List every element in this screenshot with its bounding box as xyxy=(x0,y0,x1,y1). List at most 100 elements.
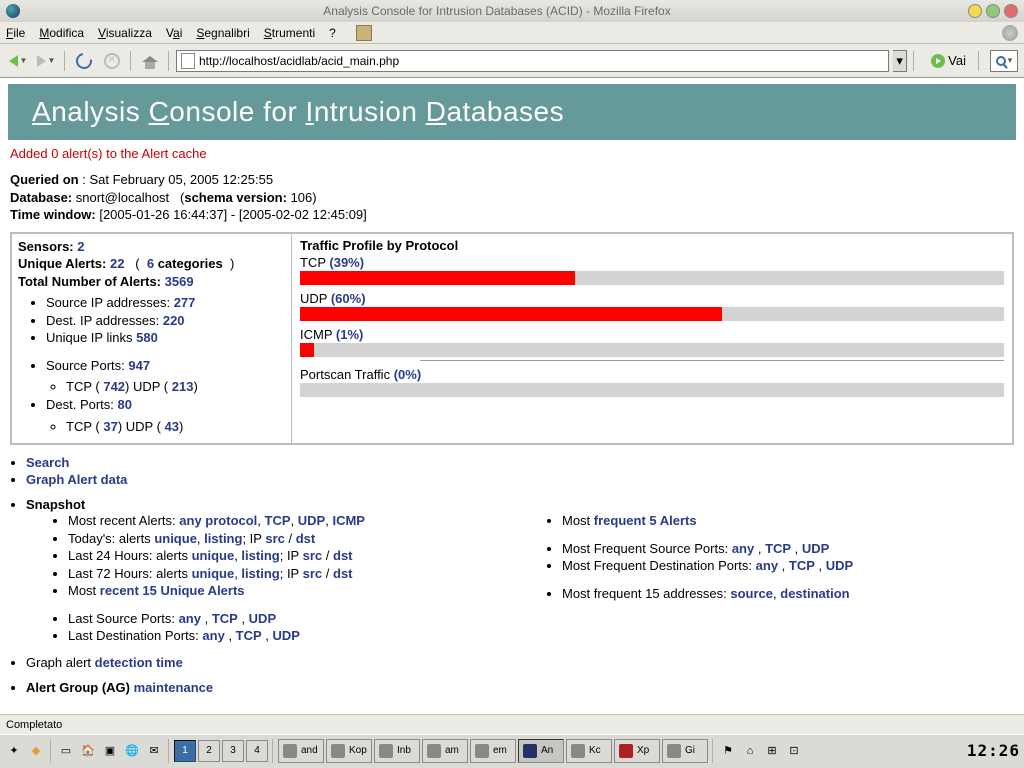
menu-bookmarks[interactable]: Segnalibri xyxy=(196,26,249,40)
desktop-2-button[interactable]: 2 xyxy=(198,740,220,762)
list-item: Graph alert detection time xyxy=(26,655,1014,670)
search-box[interactable]: ▾ xyxy=(990,50,1018,72)
desktop-4-button[interactable]: 4 xyxy=(246,740,268,762)
lsrc-udp-link[interactable]: UDP xyxy=(249,611,276,626)
ldst-tcp-link[interactable]: TCP xyxy=(236,628,262,643)
unique-alerts-link[interactable]: 22 xyxy=(110,256,124,271)
task-button[interactable]: Gi xyxy=(662,739,708,763)
menu-help[interactable]: ? xyxy=(329,26,336,40)
window-title: Analysis Console for Intrusion Databases… xyxy=(26,4,968,18)
recent15-link[interactable]: recent 15 Unique Alerts xyxy=(100,583,245,598)
menu-file[interactable]: File xyxy=(6,26,25,40)
fdst-any-link[interactable]: any xyxy=(756,558,778,573)
graph-alert-link[interactable]: Graph Alert data xyxy=(26,472,127,487)
forward-button[interactable]: ▼ xyxy=(34,49,58,73)
l24-dst-link[interactable]: dst xyxy=(333,548,353,563)
ag-maintenance-link[interactable]: maintenance xyxy=(134,680,213,695)
today-listing-link[interactable]: listing xyxy=(204,531,242,546)
recent-udp-link[interactable]: UDP xyxy=(298,513,325,528)
url-input[interactable] xyxy=(199,54,884,68)
home-button[interactable] xyxy=(138,49,162,73)
stop-button[interactable] xyxy=(100,49,124,73)
minimize-button[interactable] xyxy=(968,4,982,18)
faddr-dst-link[interactable]: destination xyxy=(780,586,849,601)
recent-icmp-link[interactable]: ICMP xyxy=(332,513,365,528)
back-button[interactable]: ▼ xyxy=(6,49,30,73)
icmp-pct-link[interactable]: (1%) xyxy=(336,327,363,342)
l72-unique-link[interactable]: unique xyxy=(192,566,235,581)
task-button[interactable]: Kc xyxy=(566,739,612,763)
menu-edit[interactable]: Modifica xyxy=(39,26,84,40)
faddr-src-link[interactable]: source xyxy=(730,586,773,601)
desktop-3-button[interactable]: 3 xyxy=(222,740,244,762)
lsrc-any-link[interactable]: any xyxy=(179,611,201,626)
src-ports-link[interactable]: 947 xyxy=(128,358,150,373)
reload-button[interactable] xyxy=(72,49,96,73)
src-tcp-link[interactable]: 742 xyxy=(103,379,125,394)
task-button[interactable]: Kop xyxy=(326,739,372,763)
portscan-pct-link[interactable]: (0%) xyxy=(394,367,421,382)
recent-tcp-link[interactable]: TCP xyxy=(265,513,291,528)
dst-ports-link[interactable]: 80 xyxy=(118,397,132,412)
url-bar[interactable] xyxy=(176,50,889,72)
l24-unique-link[interactable]: unique xyxy=(192,548,235,563)
dst-udp-link[interactable]: 43 xyxy=(165,419,179,434)
fsrc-tcp-link[interactable]: TCP xyxy=(765,541,791,556)
udp-pct-link[interactable]: (60%) xyxy=(331,291,366,306)
task-button[interactable]: am xyxy=(422,739,468,763)
fdst-tcp-link[interactable]: TCP xyxy=(789,558,815,573)
url-dropdown-button[interactable]: ▾ xyxy=(893,50,907,72)
sensors-link[interactable]: 2 xyxy=(77,239,84,254)
tray-icon[interactable]: ⌂ xyxy=(740,741,760,761)
today-unique-link[interactable]: unique xyxy=(154,531,197,546)
l72-src-link[interactable]: src xyxy=(303,566,323,581)
tcp-pct-link[interactable]: (39%) xyxy=(329,255,364,270)
freq5-link[interactable]: frequent 5 Alerts xyxy=(594,513,697,528)
fdst-udp-link[interactable]: UDP xyxy=(826,558,853,573)
menu-go[interactable]: Vai xyxy=(166,26,182,40)
start-icon[interactable]: ✦ xyxy=(4,741,24,761)
dst-tcp-link[interactable]: 37 xyxy=(103,419,117,434)
menu-view[interactable]: Visualizza xyxy=(98,26,152,40)
task-button[interactable]: em xyxy=(470,739,516,763)
src-ip-link[interactable]: 277 xyxy=(174,295,196,310)
toolbar-icon[interactable] xyxy=(356,25,372,41)
l24-listing-link[interactable]: listing xyxy=(241,548,279,563)
fsrc-udp-link[interactable]: UDP xyxy=(802,541,829,556)
task-button[interactable]: Xp xyxy=(614,739,660,763)
src-udp-link[interactable]: 213 xyxy=(172,379,194,394)
l72-dst-link[interactable]: dst xyxy=(333,566,353,581)
maximize-button[interactable] xyxy=(986,4,1000,18)
dst-ip-link[interactable]: 220 xyxy=(163,313,185,328)
go-button[interactable]: Vai xyxy=(925,50,972,72)
launcher-icon[interactable]: ◆ xyxy=(26,741,46,761)
tray-icon[interactable]: ⚑ xyxy=(718,741,738,761)
recent-any-link[interactable]: any protocol xyxy=(179,513,257,528)
lsrc-tcp-link[interactable]: TCP xyxy=(212,611,238,626)
close-button[interactable] xyxy=(1004,4,1018,18)
ldst-any-link[interactable]: any xyxy=(202,628,224,643)
l72-listing-link[interactable]: listing xyxy=(241,566,279,581)
task-button[interactable]: Inb xyxy=(374,739,420,763)
today-dst-link[interactable]: dst xyxy=(296,531,316,546)
browser-icon[interactable]: 🌐 xyxy=(122,741,142,761)
ldst-udp-link[interactable]: UDP xyxy=(273,628,300,643)
unique-ip-link[interactable]: 580 xyxy=(136,330,158,345)
today-src-link[interactable]: src xyxy=(265,531,285,546)
tray-icon[interactable]: ⊡ xyxy=(784,741,804,761)
l24-src-link[interactable]: src xyxy=(303,548,323,563)
total-alerts-link[interactable]: 3569 xyxy=(165,274,194,289)
mail-icon[interactable]: ✉ xyxy=(144,741,164,761)
task-button[interactable]: An xyxy=(518,739,564,763)
home-icon[interactable]: 🏠 xyxy=(78,741,98,761)
menu-tools[interactable]: Strumenti xyxy=(264,26,315,40)
detection-time-link[interactable]: detection time xyxy=(95,655,183,670)
categories-link[interactable]: 6 xyxy=(147,256,154,271)
fsrc-any-link[interactable]: any xyxy=(732,541,754,556)
search-link[interactable]: Search xyxy=(26,455,69,470)
tray-icon[interactable]: ⊞ xyxy=(762,741,782,761)
desktop-1-button[interactable]: 1 xyxy=(174,740,196,762)
task-button[interactable]: and xyxy=(278,739,324,763)
terminal-icon[interactable]: ▣ xyxy=(100,741,120,761)
show-desktop-icon[interactable]: ▭ xyxy=(56,741,76,761)
